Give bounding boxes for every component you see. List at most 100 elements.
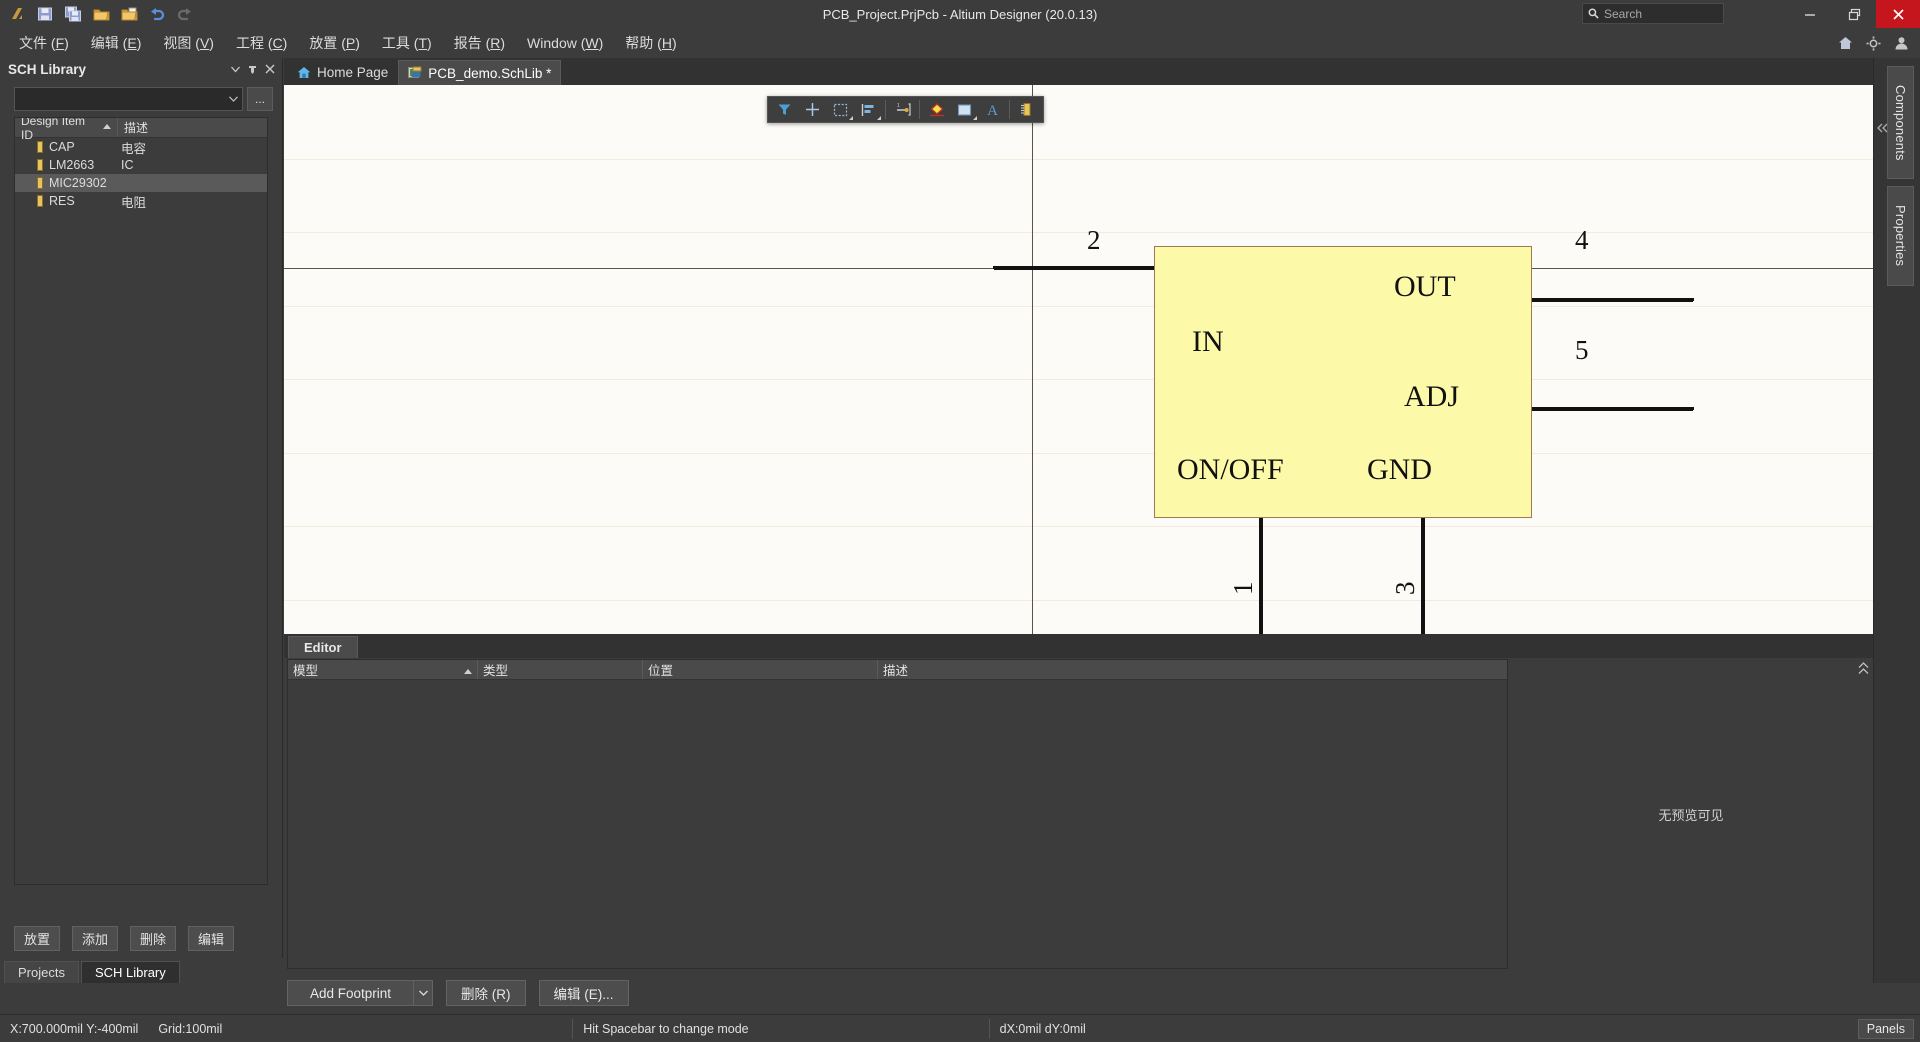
- grid-column-design-item-id[interactable]: Design Item ID: [15, 118, 118, 142]
- schematic-canvas[interactable]: 2 4 5 1 3 IN OUT ADJ ON/OFF GND 1 A: [284, 85, 1873, 634]
- model-preview-pane: 无预览可见: [1509, 659, 1873, 969]
- design-item-id: LM2663: [49, 158, 95, 172]
- open-folder-icon[interactable]: [88, 2, 114, 26]
- home-icon[interactable]: [1836, 34, 1854, 52]
- open-document-icon[interactable]: [116, 2, 142, 26]
- select-rectangle-icon[interactable]: [827, 98, 854, 121]
- place-pin-icon[interactable]: 1: [889, 98, 916, 121]
- tab-sch-library[interactable]: SCH Library: [80, 961, 180, 983]
- add-button[interactable]: 添加: [72, 926, 119, 951]
- pin-3-name: GND: [1367, 453, 1432, 486]
- canvas-floating-toolbar: 1 A: [767, 96, 1044, 123]
- place-button[interactable]: 放置: [14, 926, 61, 951]
- toolbar-separator: [1009, 100, 1010, 119]
- delete-button[interactable]: 删除: [130, 926, 177, 951]
- place-graphic-icon[interactable]: [923, 98, 950, 121]
- search-box[interactable]: [1582, 3, 1724, 24]
- menu-file[interactable]: 文件 (F): [8, 29, 80, 57]
- align-icon[interactable]: [855, 98, 882, 121]
- model-column-model[interactable]: 模型: [288, 660, 478, 679]
- menu-tools[interactable]: 工具 (T): [371, 29, 443, 57]
- edit-button[interactable]: 编辑: [188, 926, 235, 951]
- sidebar-tab-properties[interactable]: Properties: [1887, 186, 1914, 286]
- altium-logo-icon[interactable]: [4, 2, 30, 26]
- pin-1-wire[interactable]: [1259, 517, 1263, 634]
- library-browse-button[interactable]: ...: [247, 87, 273, 111]
- add-footprint-dropdown[interactable]: [413, 980, 434, 1006]
- pin-5-number: 5: [1575, 335, 1589, 365]
- library-filter-row: ...: [0, 80, 282, 117]
- save-all-icon[interactable]: [60, 2, 86, 26]
- pin-4-number: 4: [1575, 225, 1589, 255]
- table-row[interactable]: MIC29302: [15, 174, 267, 192]
- menu-edit[interactable]: 编辑 (E): [80, 29, 153, 57]
- pin-icon[interactable]: [244, 60, 261, 78]
- library-filter-combo[interactable]: [14, 87, 243, 111]
- component-icon: [35, 141, 44, 153]
- add-footprint-split-button[interactable]: Add Footprint: [287, 980, 434, 1006]
- panels-button[interactable]: Panels: [1857, 1019, 1914, 1039]
- menu-bar-right-icons: [1836, 28, 1914, 58]
- minimize-button[interactable]: [1788, 0, 1832, 28]
- title-bar: PCB_Project.PrjPcb - Altium Designer (20…: [0, 0, 1920, 28]
- model-column-description[interactable]: 描述: [878, 660, 1507, 679]
- library-action-buttons: 放置 添加 删除 编辑: [14, 926, 235, 951]
- menu-place[interactable]: 放置 (P): [298, 29, 371, 57]
- tab-projects[interactable]: Projects: [4, 961, 79, 983]
- undo-icon[interactable]: [144, 2, 170, 26]
- close-button[interactable]: [1876, 0, 1920, 28]
- grid-column-description[interactable]: 描述: [118, 118, 267, 137]
- table-row[interactable]: LM2663 IC: [15, 156, 267, 174]
- sidebar-tab-components[interactable]: Components: [1887, 66, 1914, 179]
- place-component-icon[interactable]: [1013, 98, 1040, 121]
- tab-editor[interactable]: Editor: [288, 636, 358, 658]
- table-row[interactable]: CAP 电容: [15, 138, 267, 156]
- chevron-down-icon[interactable]: [227, 60, 244, 78]
- add-footprint-button[interactable]: Add Footprint: [287, 980, 414, 1006]
- place-crosshair-icon[interactable]: [799, 98, 826, 121]
- tab-home-page[interactable]: Home Page: [288, 60, 398, 85]
- save-icon[interactable]: [32, 2, 58, 26]
- table-row[interactable]: RES 电阻: [15, 192, 267, 210]
- pin-2-name: IN: [1192, 325, 1224, 358]
- menu-project[interactable]: 工程 (C): [225, 29, 298, 57]
- pin-4-endpoint: [1691, 298, 1694, 301]
- filter-icon[interactable]: [771, 98, 798, 121]
- sort-ascending-icon: [464, 663, 472, 677]
- pin-3-wire[interactable]: [1421, 517, 1425, 634]
- delete-footprint-button[interactable]: 删除 (R): [446, 980, 526, 1006]
- window-controls: [1788, 0, 1920, 28]
- model-table-body[interactable]: [288, 680, 1507, 968]
- gear-icon[interactable]: [1864, 34, 1882, 52]
- model-column-type[interactable]: 类型: [478, 660, 643, 679]
- place-rectangle-icon[interactable]: [951, 98, 978, 121]
- pin-3-number: 3: [1390, 581, 1420, 596]
- redo-icon: [172, 2, 198, 26]
- edit-footprint-button[interactable]: 编辑 (E)...: [538, 980, 629, 1006]
- search-input[interactable]: [1604, 6, 1714, 21]
- menu-window[interactable]: Window (W): [516, 31, 614, 55]
- account-icon[interactable]: [1892, 34, 1910, 52]
- toolbar-separator: [919, 100, 920, 119]
- pin-2-wire[interactable]: [994, 266, 1154, 270]
- place-text-icon[interactable]: A: [979, 98, 1006, 121]
- restore-button[interactable]: [1832, 0, 1876, 28]
- menu-reports[interactable]: 报告 (R): [443, 29, 516, 57]
- status-bar: X:700.000mil Y:-400mil Grid:100mil Hit S…: [0, 1014, 1920, 1042]
- model-column-location[interactable]: 位置: [643, 660, 878, 679]
- tab-pcb-demo-schlib[interactable]: PCB_demo.SchLib *: [398, 60, 562, 85]
- pin-1-number: 1: [1228, 581, 1258, 596]
- svg-text:A: A: [987, 103, 998, 117]
- pin-5-wire[interactable]: [1527, 407, 1693, 411]
- design-item-grid: Design Item ID 描述 CAP 电容 LM2663 IC MIC29…: [14, 117, 268, 885]
- menu-help[interactable]: 帮助 (H): [614, 29, 687, 57]
- model-table[interactable]: 模型 类型 位置 描述: [287, 659, 1508, 969]
- home-icon: [297, 66, 311, 80]
- pin-4-wire[interactable]: [1527, 298, 1693, 302]
- pin-2-endpoint: [993, 266, 996, 269]
- chevron-up-icon[interactable]: [1858, 662, 1869, 678]
- menu-view[interactable]: 视图 (V): [152, 29, 225, 57]
- sch-library-panel: SCH Library ... Design Item ID 描述 CAP 电容…: [0, 58, 283, 983]
- model-table-header: 模型 类型 位置 描述: [288, 660, 1507, 680]
- close-icon[interactable]: [261, 60, 278, 78]
